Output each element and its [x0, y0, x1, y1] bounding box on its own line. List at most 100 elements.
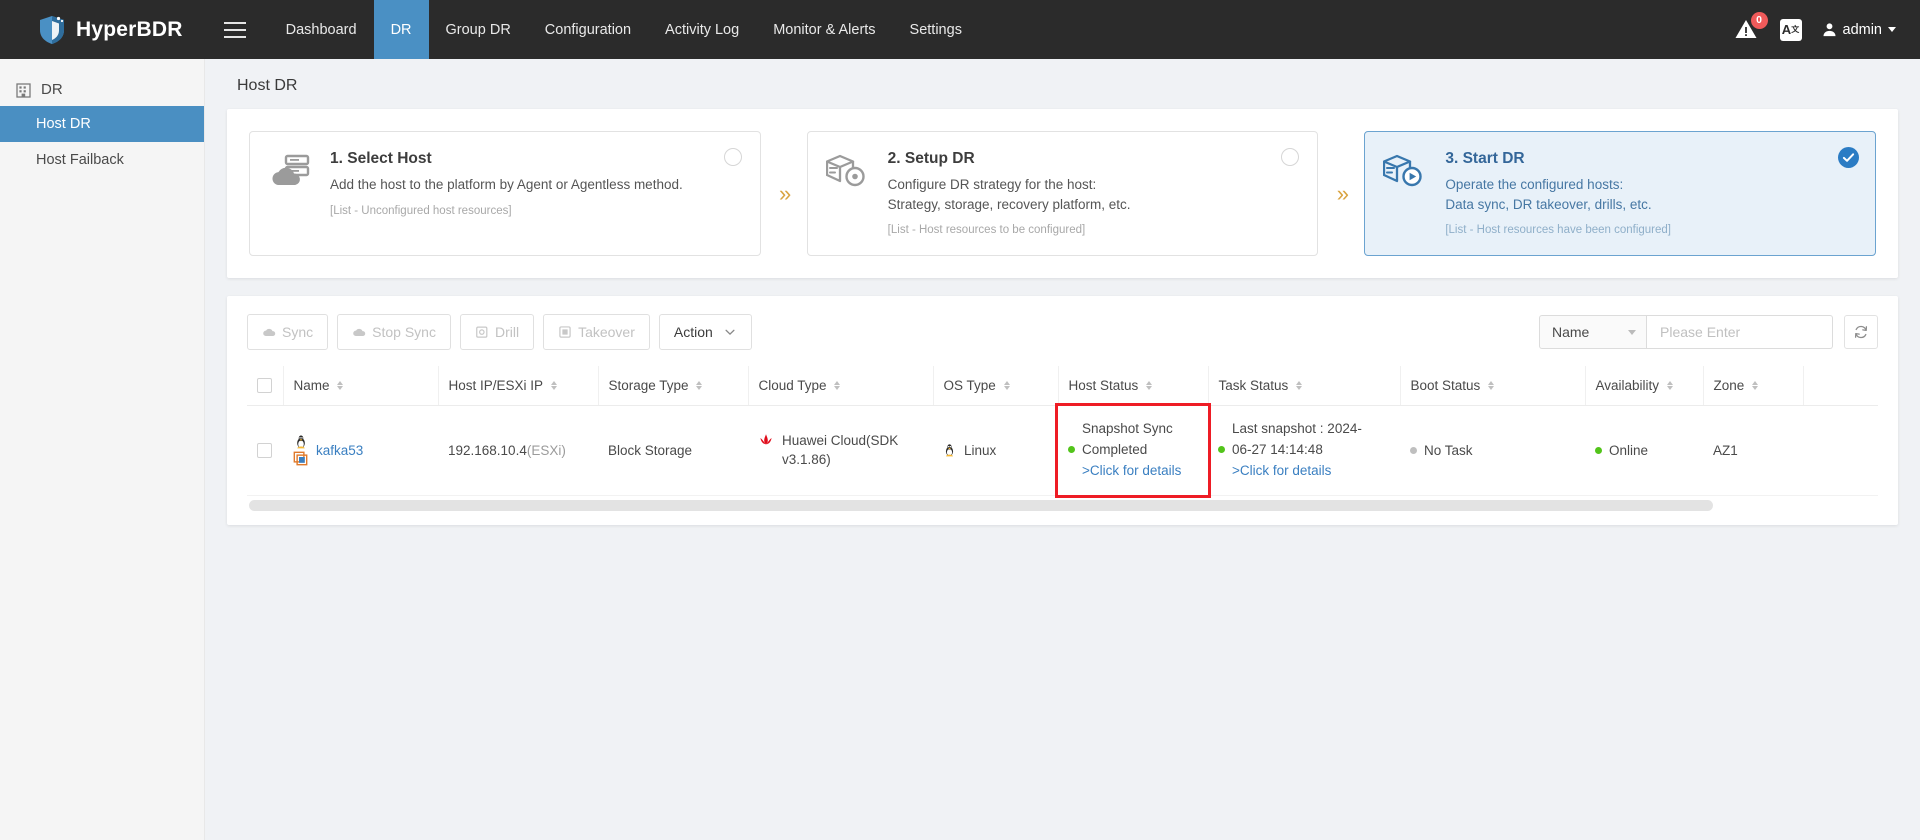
- sync-button[interactable]: Sync: [247, 314, 329, 350]
- column-header-storage-type[interactable]: Storage Type: [598, 366, 749, 406]
- column-header-zone[interactable]: Zone: [1703, 366, 1804, 406]
- wizard-step-start-dr[interactable]: 3. Start DR Operate the configured hosts…: [1364, 131, 1877, 256]
- table-horizontal-scrollbar[interactable]: [247, 499, 1878, 511]
- column-header-host-ip[interactable]: Host IP/ESXi IP: [438, 366, 599, 406]
- nav-item-settings[interactable]: Settings: [893, 0, 979, 59]
- row-checkbox[interactable]: [257, 442, 272, 458]
- linux-penguin-icon: [945, 444, 954, 457]
- header-actions: 0 A文 admin: [1734, 0, 1920, 59]
- host-status-details-link[interactable]: >Click for details: [1068, 461, 1198, 482]
- step-completed-check-icon[interactable]: [1838, 147, 1860, 168]
- column-header-boot-status[interactable]: Boot Status: [1400, 366, 1586, 406]
- cell-task-status: Last snapshot : 2024- 06-27 14:14:48 >Cl…: [1208, 405, 1400, 496]
- select-all-checkbox[interactable]: [257, 378, 272, 393]
- page-body: DR Host DR Host Failback Host DR 1. Sele…: [0, 59, 1920, 840]
- sort-icon[interactable]: [1752, 380, 1759, 390]
- drill-button[interactable]: Drill: [459, 314, 535, 350]
- column-header-name[interactable]: Name: [283, 366, 439, 406]
- refresh-icon: [1854, 325, 1868, 339]
- user-name: admin: [1842, 21, 1883, 38]
- hamburger-icon[interactable]: [209, 0, 261, 59]
- nav-item-activity-log[interactable]: Activity Log: [648, 0, 756, 59]
- sidebar-item-host-dr[interactable]: Host DR: [0, 106, 204, 142]
- cell-cloud-type: Huawei Cloud(SDK v3.1.86): [748, 405, 933, 496]
- sidebar: DR Host DR Host Failback: [0, 59, 205, 840]
- task-status-value-wrap: 06-27 14:14:48: [1218, 440, 1390, 461]
- cloud-sync-icon: [263, 328, 276, 337]
- search-box[interactable]: [1647, 315, 1843, 349]
- user-avatar-icon: [1823, 23, 1835, 37]
- sort-icon[interactable]: [1003, 380, 1010, 390]
- table-head: Name Host IP/ESXi IP Storage Type Cloud …: [247, 366, 1878, 406]
- status-dot-grey-icon: [1410, 446, 1417, 454]
- vm-box-icon: [293, 451, 308, 466]
- nav-item-dashboard[interactable]: Dashboard: [269, 0, 374, 59]
- sync-button-label: Sync: [282, 324, 314, 340]
- chevron-down-icon: [1628, 329, 1636, 335]
- column-header-select-all: [247, 366, 284, 406]
- nav-item-dr[interactable]: DR: [373, 0, 429, 59]
- search-input[interactable]: [1658, 323, 1843, 341]
- step-desc-line: Operate the configured hosts:: [1445, 177, 1624, 192]
- stop-sync-button-label: Stop Sync: [372, 324, 436, 340]
- filter-field-value: Name: [1552, 324, 1590, 340]
- column-label: Availability: [1595, 378, 1660, 393]
- sort-icon[interactable]: [337, 380, 344, 390]
- main-content: Host DR 1. Select Host Add the host to t…: [205, 59, 1920, 840]
- step-radio[interactable]: [723, 148, 742, 166]
- linux-penguin-icon: [296, 435, 305, 449]
- table-header-row: Name Host IP/ESXi IP Storage Type Cloud …: [247, 366, 1878, 406]
- nav-item-configuration[interactable]: Configuration: [528, 0, 648, 59]
- column-header-host-status[interactable]: Host Status: [1058, 366, 1209, 406]
- refresh-button[interactable]: [1844, 315, 1878, 349]
- drill-icon: [476, 326, 488, 338]
- brand-logo-area[interactable]: HyperBDR: [0, 0, 209, 59]
- column-header-availability[interactable]: Availability: [1585, 366, 1704, 406]
- scrollbar-thumb[interactable]: [249, 499, 1714, 511]
- stop-sync-button[interactable]: Stop Sync: [337, 314, 451, 350]
- brand-name: HyperBDR: [76, 17, 183, 41]
- action-dropdown-button[interactable]: Action: [658, 314, 752, 350]
- column-header-os-type[interactable]: OS Type: [933, 366, 1059, 406]
- table-row[interactable]: kafka53 192.168.10.4(ESXi) Block Storage: [247, 402, 1878, 499]
- cell-host-status: Snapshot Sync Completed >Click for detai…: [1055, 402, 1211, 499]
- alerts-button[interactable]: 0: [1734, 11, 1768, 43]
- row-select-cell: [247, 405, 283, 496]
- user-menu[interactable]: admin: [1822, 21, 1896, 38]
- step-desc-line: Data sync, DR takeover, drills, etc.: [1445, 196, 1652, 212]
- column-header-cloud-type[interactable]: Cloud Type: [748, 366, 934, 406]
- sort-icon[interactable]: [1146, 380, 1153, 390]
- step-note: [List - Host resources to be configured]: [887, 224, 1086, 237]
- sort-icon[interactable]: [550, 380, 557, 390]
- filter-field-select[interactable]: Name: [1539, 315, 1647, 349]
- task-status-details-link[interactable]: >Click for details: [1218, 461, 1390, 482]
- sidebar-item-host-failback[interactable]: Host Failback: [0, 142, 204, 178]
- host-name-link[interactable]: kafka53: [316, 443, 363, 458]
- wizard-step-select-host[interactable]: 1. Select Host Add the host to the platf…: [249, 131, 761, 256]
- language-letter: A: [1781, 22, 1792, 37]
- step-title: 1. Select Host: [330, 150, 432, 167]
- host-status-value: Completed: [1082, 441, 1148, 457]
- table-search-area: Name: [1539, 315, 1878, 349]
- column-label: Zone: [1713, 378, 1745, 393]
- step-desc-line: Configure DR strategy for the host:: [887, 177, 1097, 192]
- sort-icon[interactable]: [696, 380, 703, 390]
- sort-icon[interactable]: [1666, 380, 1673, 390]
- takeover-button[interactable]: Takeover: [543, 314, 650, 350]
- wizard-step-setup-dr[interactable]: 2. Setup DR Configure DR strategy for th…: [806, 131, 1319, 256]
- language-switch-icon[interactable]: A文: [1779, 18, 1802, 41]
- sort-icon[interactable]: [1488, 380, 1495, 390]
- dr-setup-icon: [825, 150, 870, 239]
- cloud-server-icon: [268, 150, 312, 239]
- column-label: Task Status: [1218, 378, 1289, 393]
- column-label: Cloud Type: [758, 378, 827, 393]
- nav-item-group-dr[interactable]: Group DR: [429, 0, 528, 59]
- nav-item-monitor-alerts[interactable]: Monitor & Alerts: [756, 0, 892, 59]
- sidebar-group-label: DR: [41, 81, 63, 98]
- column-label: Host Status: [1068, 378, 1139, 393]
- sort-icon[interactable]: [1296, 380, 1303, 390]
- sort-icon[interactable]: [834, 380, 841, 390]
- column-header-task-status[interactable]: Task Status: [1208, 366, 1401, 406]
- column-header-spacer: [1803, 366, 1878, 406]
- cell-name: kafka53: [283, 405, 438, 496]
